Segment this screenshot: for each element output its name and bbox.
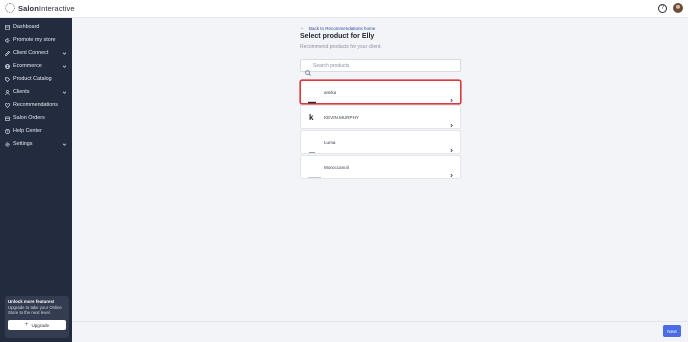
sidebar-item-help-center[interactable]: Help Center [0, 125, 72, 137]
kevin-murphy-logo: k [309, 113, 314, 122]
upgrade-card: Unlock more features! Upgrade to take yo… [5, 296, 69, 338]
heart-icon [5, 102, 10, 108]
chevron-right-icon [449, 165, 454, 178]
chevron-down-icon [62, 142, 67, 147]
sidebar-item-product-catalog[interactable]: Product Catalog [0, 73, 72, 85]
upgrade-button-label: Upgrade [31, 322, 50, 328]
search-input[interactable] [313, 61, 458, 70]
avatar[interactable] [673, 3, 683, 13]
back-to-recommendations-link[interactable]: ← Back to Recommendations home [300, 25, 375, 31]
search-box[interactable] [300, 59, 461, 76]
sidebar-item-label: Ecommerce [13, 63, 42, 69]
sidebar: Dashboard Promote my store Client Connec… [0, 18, 72, 342]
box-icon [5, 116, 10, 121]
sidebar-item-dashboard[interactable]: Dashboard [0, 21, 72, 33]
tag-icon [5, 76, 10, 82]
upgrade-text: Upgrade to take your Online Store to the… [8, 305, 62, 316]
person-icon [5, 89, 10, 95]
logo-mark-icon [5, 3, 15, 13]
page-subtitle: Recommend products for your client. [300, 44, 382, 50]
chevron-down-icon [62, 51, 67, 56]
sidebar-item-label: Settings [13, 141, 33, 147]
help-circle-icon[interactable]: ? [658, 4, 667, 13]
sidebar-item-label: Product Catalog [13, 76, 52, 82]
chevron-right-icon [449, 90, 454, 103]
sidebar-item-label: Help Center [13, 128, 42, 134]
brand-card-luma[interactable]: Luma [300, 130, 461, 154]
back-link-label: Back to Recommendations home [309, 25, 376, 31]
top-bar: SalonInteractive ? [0, 0, 688, 18]
sidebar-item-recommendations[interactable]: Recommendations [0, 99, 72, 111]
pen-icon [5, 50, 10, 56]
sidebar-item-label: Client Connect [13, 50, 49, 56]
page-title: Select product for Elly [300, 33, 375, 40]
brand-name: KEVIN.MURPHY [324, 115, 359, 120]
moroccanoil-logo [308, 166, 321, 184]
sidebar-item-label: Dashboard [13, 24, 40, 30]
upgrade-title: Unlock more features! [8, 299, 55, 304]
brand-name: amika [324, 90, 337, 95]
chevron-down-icon [62, 64, 67, 69]
plus-icon: + [24, 322, 29, 328]
sidebar-item-promote-my-store[interactable]: Promote my store [0, 34, 72, 46]
help-icon [5, 128, 10, 134]
gear-icon [5, 141, 10, 147]
sidebar-item-salon-orders[interactable]: Salon Orders [0, 112, 72, 124]
sidebar-item-settings[interactable]: Settings [0, 138, 72, 150]
sidebar-item-label: Promote my store [13, 37, 56, 43]
chevron-down-icon [62, 90, 67, 95]
salon-interactive-logo[interactable]: SalonInteractive [5, 3, 75, 13]
brand-card-kevin-murphy[interactable]: k KEVIN.MURPHY [300, 105, 461, 129]
footer-bar [72, 321, 688, 342]
megaphone-icon [5, 37, 10, 43]
arrow-left-icon: ← [300, 25, 305, 31]
chevron-right-icon [449, 140, 454, 153]
chevron-right-icon [449, 115, 454, 128]
logo-text: SalonInteractive [18, 3, 75, 13]
next-button-label: Next [667, 328, 677, 334]
next-button[interactable]: Next [663, 325, 681, 337]
sidebar-item-ecommerce[interactable]: Ecommerce [0, 60, 72, 72]
sidebar-item-label: Recommendations [13, 102, 58, 108]
globe-icon [5, 63, 10, 69]
brand-card-moroccanoil[interactable]: Moroccanoil [300, 155, 461, 179]
brand-name: Luma [324, 140, 336, 145]
search-icon [305, 63, 311, 76]
sidebar-item-client-connect[interactable]: Client Connect [0, 47, 72, 59]
sidebar-item-label: Clients [13, 89, 30, 95]
upgrade-button[interactable]: + Upgrade [8, 320, 66, 330]
sidebar-item-label: Salon Orders [13, 115, 45, 121]
brand-name: Moroccanoil [324, 165, 349, 170]
dashboard-icon [5, 24, 10, 30]
brand-card-amika[interactable]: amika [300, 80, 461, 104]
sidebar-item-clients[interactable]: Clients [0, 86, 72, 98]
